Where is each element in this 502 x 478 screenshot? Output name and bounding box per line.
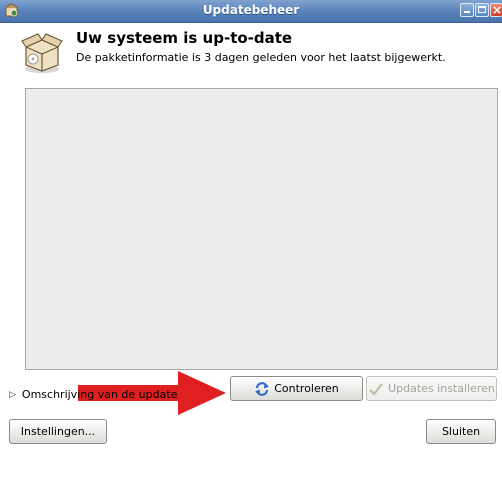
close-button[interactable]: Sluiten <box>426 419 496 444</box>
settings-button[interactable]: Instellingen... <box>9 419 107 444</box>
window-titlebar[interactable]: Updatebeheer × <box>0 0 502 23</box>
expander-label: Omschrijving van de update <box>21 388 178 401</box>
install-updates-button[interactable]: Updates installeren <box>366 376 497 401</box>
package-box-icon <box>21 33 63 73</box>
maximize-icon <box>478 6 486 13</box>
close-button-label: Sluiten <box>441 425 481 438</box>
maximize-button[interactable] <box>475 3 489 17</box>
install-button-label: Updates installeren <box>388 382 495 395</box>
window-title: Updatebeheer <box>202 3 300 17</box>
status-title: Uw systeem is up-to-date <box>76 29 293 47</box>
status-subtitle: De pakketinformatie is 3 dagen geleden v… <box>76 51 446 64</box>
close-icon: × <box>492 3 502 17</box>
minimize-button[interactable] <box>460 3 474 17</box>
update-description-expander[interactable]: ▷ Omschrijving van de update <box>9 388 177 401</box>
check-button[interactable]: Controleren <box>230 376 363 401</box>
minimize-icon <box>464 11 470 13</box>
refresh-icon <box>255 381 270 396</box>
close-window-button[interactable]: × <box>490 3 502 17</box>
settings-button-label: Instellingen... <box>20 425 96 438</box>
update-list[interactable] <box>25 88 498 370</box>
check-button-label: Controleren <box>274 382 339 395</box>
checkmark-icon <box>369 382 384 396</box>
expander-triangle-icon: ▷ <box>9 389 16 400</box>
